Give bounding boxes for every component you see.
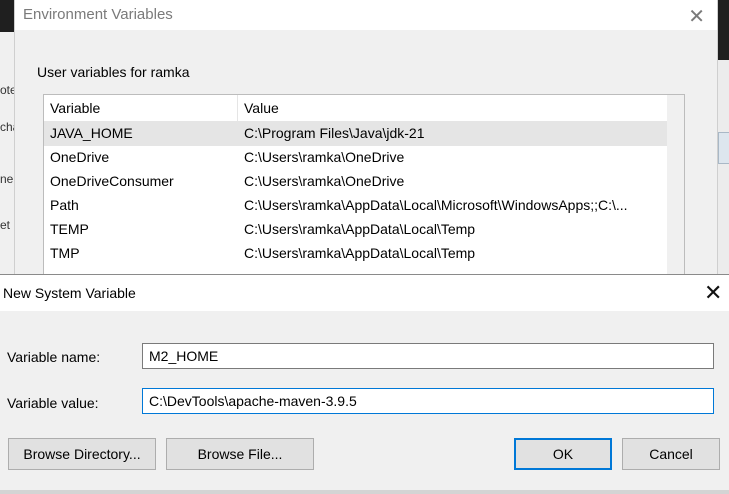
table-row[interactable]: OneDriveConsumer C:\Users\ramka\OneDrive — [44, 170, 667, 194]
column-header-value[interactable]: Value — [244, 100, 279, 116]
column-separator[interactable] — [237, 95, 238, 121]
new-system-variable-dialog: New System Variable ✕ Variable name: Var… — [0, 274, 729, 491]
column-header-variable[interactable]: Variable — [50, 100, 100, 116]
variable-name-label: Variable name: — [7, 349, 101, 365]
dialog-title-bar: New System Variable ✕ — [0, 275, 729, 311]
row-variable: OneDriveConsumer — [50, 173, 174, 189]
row-variable: JAVA_HOME — [50, 125, 133, 141]
table-row[interactable]: TEMP C:\Users\ramka\AppData\Local\Temp — [44, 218, 667, 242]
table-header: Variable Value — [44, 95, 667, 122]
browse-directory-button[interactable]: Browse Directory... — [8, 438, 156, 470]
variable-name-input[interactable] — [142, 343, 714, 369]
row-value: C:\Users\ramka\AppData\Local\Temp — [244, 221, 476, 237]
row-value: C:\Users\ramka\OneDrive — [244, 149, 405, 165]
env-window-title: Environment Variables — [23, 6, 173, 23]
close-icon[interactable]: ✕ — [688, 4, 705, 29]
close-icon[interactable]: ✕ — [704, 280, 722, 306]
background-fragment: ote — [0, 83, 14, 97]
user-variables-table[interactable]: Variable Value JAVA_HOME C:\Program File… — [43, 94, 685, 282]
table-row[interactable]: JAVA_HOME C:\Program Files\Java\jdk-21 — [44, 122, 667, 146]
background-bottom-edge — [0, 490, 729, 494]
row-value: C:\Program Files\Java\jdk-21 — [244, 125, 425, 141]
row-value: C:\Users\ramka\AppData\Local\Temp — [244, 245, 476, 261]
table-row[interactable]: Path C:\Users\ramka\AppData\Local\Micros… — [44, 194, 667, 218]
row-value: C:\Users\ramka\OneDrive — [244, 173, 405, 189]
row-value: C:\Users\ramka\AppData\Local\Microsoft\W… — [244, 197, 628, 213]
user-variables-label: User variables for ramka — [37, 64, 190, 80]
background-fragment: cha — [0, 120, 14, 134]
browse-file-button[interactable]: Browse File... — [166, 438, 314, 470]
ok-button[interactable]: OK — [514, 438, 612, 470]
table-scrollbar[interactable] — [667, 95, 684, 281]
table-row[interactable]: OneDrive C:\Users\ramka\OneDrive — [44, 146, 667, 170]
background-fragment: et — [0, 218, 11, 232]
variable-value-label: Variable value: — [7, 395, 99, 411]
variable-value-input[interactable] — [142, 388, 714, 414]
dialog-title: New System Variable — [3, 285, 136, 301]
row-variable: TMP — [50, 245, 80, 261]
row-variable: Path — [50, 197, 79, 213]
background-app-icon — [718, 132, 729, 164]
row-variable: OneDrive — [50, 149, 110, 165]
cancel-button[interactable]: Cancel — [622, 438, 720, 470]
background-dark-strip — [0, 0, 14, 32]
table-row[interactable]: TMP C:\Users\ramka\AppData\Local\Temp — [44, 242, 667, 266]
background-fragment: ne — [0, 172, 14, 186]
row-variable: TEMP — [50, 221, 89, 237]
env-title-bar: Environment Variables ✕ — [15, 0, 717, 30]
